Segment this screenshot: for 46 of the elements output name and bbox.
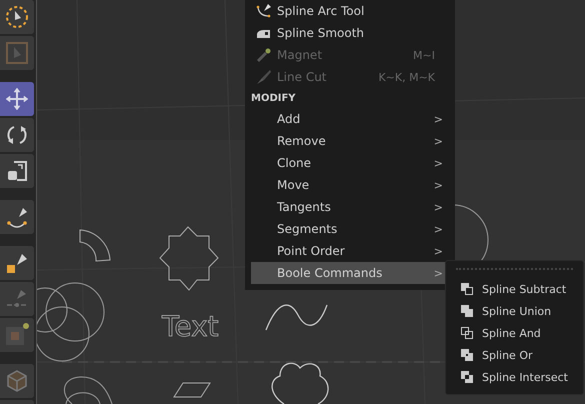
submenu-item[interactable]: Clone > [251,152,449,174]
submenu-item[interactable]: Move > [251,174,449,196]
scale-icon [5,159,29,183]
tool-button[interactable] [0,82,34,116]
tool-button[interactable] [0,0,34,34]
submenu-item[interactable]: Add > [251,108,449,130]
menu-item[interactable]: Spline Union [452,300,577,322]
or-squares-icon [460,348,474,362]
pen-square-icon [5,251,29,275]
box-selection-icon [5,41,29,65]
sine-wave-shape [265,304,328,330]
subtract-squares-icon [460,282,474,296]
menu-item[interactable]: Spline Intersect [452,366,577,388]
tool-button[interactable] [0,154,34,188]
magnet-icon [256,47,272,63]
menu-item[interactable]: Spline And [452,322,577,344]
move-arrows-icon [5,87,29,111]
square-object-icon [4,322,30,348]
union-squares-icon [460,304,474,318]
submenu-item[interactable]: Segments > [251,218,449,240]
tool-button[interactable] [0,246,34,280]
arc-segment-shape [80,230,110,262]
menu-item[interactable]: Spline Arc Tool [251,0,449,22]
text-spline: Text [162,310,219,343]
pen-arc-icon [5,205,29,229]
intersect-squares-icon [460,370,474,384]
pen-arc-icon [256,3,272,19]
rotate-icon [5,123,29,147]
parallelogram-shape [173,382,211,398]
overlap-squares-icon [460,326,474,340]
menu-item[interactable]: Spline Or [452,344,577,366]
menu-item[interactable]: Spline Smooth [251,22,449,44]
cube-icon [5,369,29,393]
star-shape [159,226,219,291]
knife-icon [256,69,272,85]
submenu-item[interactable]: Point Order > [251,240,449,262]
section-header: MODIFY [251,92,297,106]
tool-button[interactable] [0,118,34,152]
flower-shape [272,362,329,404]
menu-item[interactable]: Spline Subtract [452,278,577,300]
live-selection-icon [5,5,29,29]
spiral-shape [64,376,112,404]
submenu-item[interactable]: Tangents > [251,196,449,218]
tool-button[interactable] [0,318,34,352]
submenu-item[interactable]: Remove > [251,130,449,152]
tool-button[interactable] [0,200,34,234]
